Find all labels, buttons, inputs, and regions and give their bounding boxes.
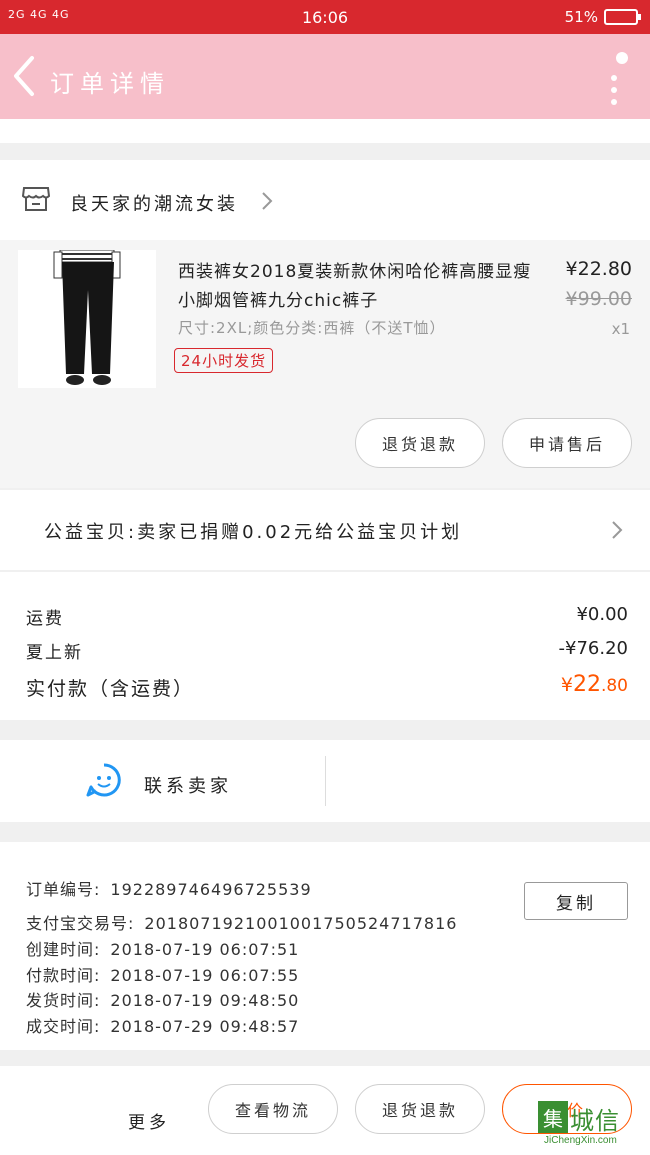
done-label: 成交时间: bbox=[26, 1017, 101, 1036]
contact-seller-label: 联系卖家 bbox=[144, 776, 232, 797]
chat-face-icon bbox=[86, 763, 121, 797]
product-item[interactable]: 西装裤女2018夏装新款休闲哈伦裤高腰显瘦小脚烟管裤九分chic裤子 ¥22.8… bbox=[0, 240, 650, 488]
bottom-action-bar: 更多 查看物流 退货退款 评价 集 城信 JiChengXin.com bbox=[0, 1066, 650, 1155]
done-time: 2018-07-29 09:48:57 bbox=[110, 1017, 300, 1036]
shipping-value: ¥0.00 bbox=[576, 604, 628, 625]
alipay-row: 支付宝交易号: 2018071921001001750524717816 bbox=[26, 910, 457, 934]
paid-label: 实付款（含运费） bbox=[26, 678, 195, 700]
battery-indicator: 51% bbox=[564, 8, 641, 26]
paid-time: 2018-07-19 06:07:55 bbox=[110, 966, 300, 985]
app-header: 订单详情 bbox=[0, 34, 650, 119]
fee-summary: 运费 ¥0.00 夏上新 -¥76.20 实付款（含运费） ¥22.80 bbox=[0, 572, 650, 720]
watermark-logo: 集 bbox=[538, 1101, 568, 1133]
more-link[interactable]: 更多 bbox=[128, 1108, 170, 1133]
paid-decimal: .80 bbox=[600, 676, 628, 696]
alipay-number: 2018071921001001750524717816 bbox=[144, 914, 458, 933]
shop-row[interactable]: 良天家的潮流女装 bbox=[0, 160, 650, 240]
contact-seller-button[interactable]: 联系卖家 bbox=[0, 740, 325, 822]
shipped-time: 2018-07-19 09:48:50 bbox=[110, 991, 300, 1010]
shop-name[interactable]: 良天家的潮流女装 bbox=[70, 190, 238, 216]
after-sale-button[interactable]: 申请售后 bbox=[502, 418, 632, 468]
chevron-right-icon bbox=[262, 192, 273, 210]
paid-row: 付款时间: 2018-07-19 06:07:55 bbox=[26, 962, 299, 986]
paid-integer: 22 bbox=[572, 672, 601, 697]
battery-percent: 51% bbox=[564, 8, 598, 26]
refund-button[interactable]: 退货退款 bbox=[355, 418, 485, 468]
watermark-brand: 城信 bbox=[570, 1107, 620, 1135]
order-number: 192289746496725539 bbox=[110, 880, 312, 899]
divider bbox=[325, 756, 326, 806]
created-label: 创建时间: bbox=[26, 940, 101, 959]
shipped-label: 发货时间: bbox=[26, 991, 101, 1010]
more-menu-icon[interactable] bbox=[608, 50, 628, 110]
watermark-url: JiChengXin.com bbox=[544, 1135, 617, 1146]
product-quantity: x1 bbox=[611, 320, 630, 338]
discount-value: -¥76.20 bbox=[558, 638, 628, 659]
page-title: 订单详情 bbox=[50, 70, 170, 98]
clock: 16:06 bbox=[301, 8, 349, 27]
copy-button[interactable]: 复制 bbox=[524, 882, 628, 920]
chevron-right-icon bbox=[612, 521, 623, 539]
order-number-label: 订单编号: bbox=[26, 880, 101, 899]
product-thumbnail[interactable] bbox=[18, 250, 156, 388]
paid-time-label: 付款时间: bbox=[26, 966, 101, 985]
shipping-tag: 24小时发货 bbox=[174, 348, 274, 373]
watermark: 集 城信 JiChengXin.com bbox=[538, 1099, 646, 1151]
view-logistics-button[interactable]: 查看物流 bbox=[208, 1084, 338, 1134]
done-row: 成交时间: 2018-07-29 09:48:57 bbox=[26, 1013, 299, 1037]
contact-seller-bar: 联系卖家 bbox=[0, 740, 650, 822]
battery-icon bbox=[604, 9, 641, 25]
paid-value: ¥22.80 bbox=[561, 672, 628, 697]
discount-label: 夏上新 bbox=[26, 643, 83, 663]
created-time: 2018-07-19 06:07:51 bbox=[110, 940, 300, 959]
product-price: ¥22.80 bbox=[565, 258, 632, 280]
charity-row[interactable]: 公益宝贝:卖家已捐赠0.02元给公益宝贝计划 bbox=[0, 490, 650, 570]
order-number-row: 订单编号: 192289746496725539 bbox=[26, 876, 312, 900]
charity-text: 公益宝贝:卖家已捐赠0.02元给公益宝贝计划 bbox=[44, 522, 463, 543]
order-info: 订单编号: 192289746496725539 复制 支付宝交易号: 201807… bbox=[0, 842, 650, 1050]
status-bar: 2G 4G 4G 16:06 51% bbox=[0, 0, 650, 34]
shipped-row: 发货时间: 2018-07-19 09:48:50 bbox=[26, 987, 299, 1011]
back-arrow-icon[interactable] bbox=[10, 54, 40, 98]
created-row: 创建时间: 2018-07-19 06:07:51 bbox=[26, 936, 299, 960]
alipay-label: 支付宝交易号: bbox=[26, 914, 135, 933]
product-title[interactable]: 西装裤女2018夏装新款休闲哈伦裤高腰显瘦小脚烟管裤九分chic裤子 bbox=[178, 258, 543, 316]
top-card-edge bbox=[0, 119, 650, 143]
product-spec: 尺寸:2XL;颜色分类:西裤（不送T恤） bbox=[178, 319, 446, 337]
shipping-label: 运费 bbox=[26, 609, 64, 629]
store-icon bbox=[22, 187, 50, 211]
paid-currency: ¥ bbox=[560, 674, 573, 696]
footer-refund-button[interactable]: 退货退款 bbox=[355, 1084, 485, 1134]
product-original-price: ¥99.00 bbox=[565, 288, 632, 310]
